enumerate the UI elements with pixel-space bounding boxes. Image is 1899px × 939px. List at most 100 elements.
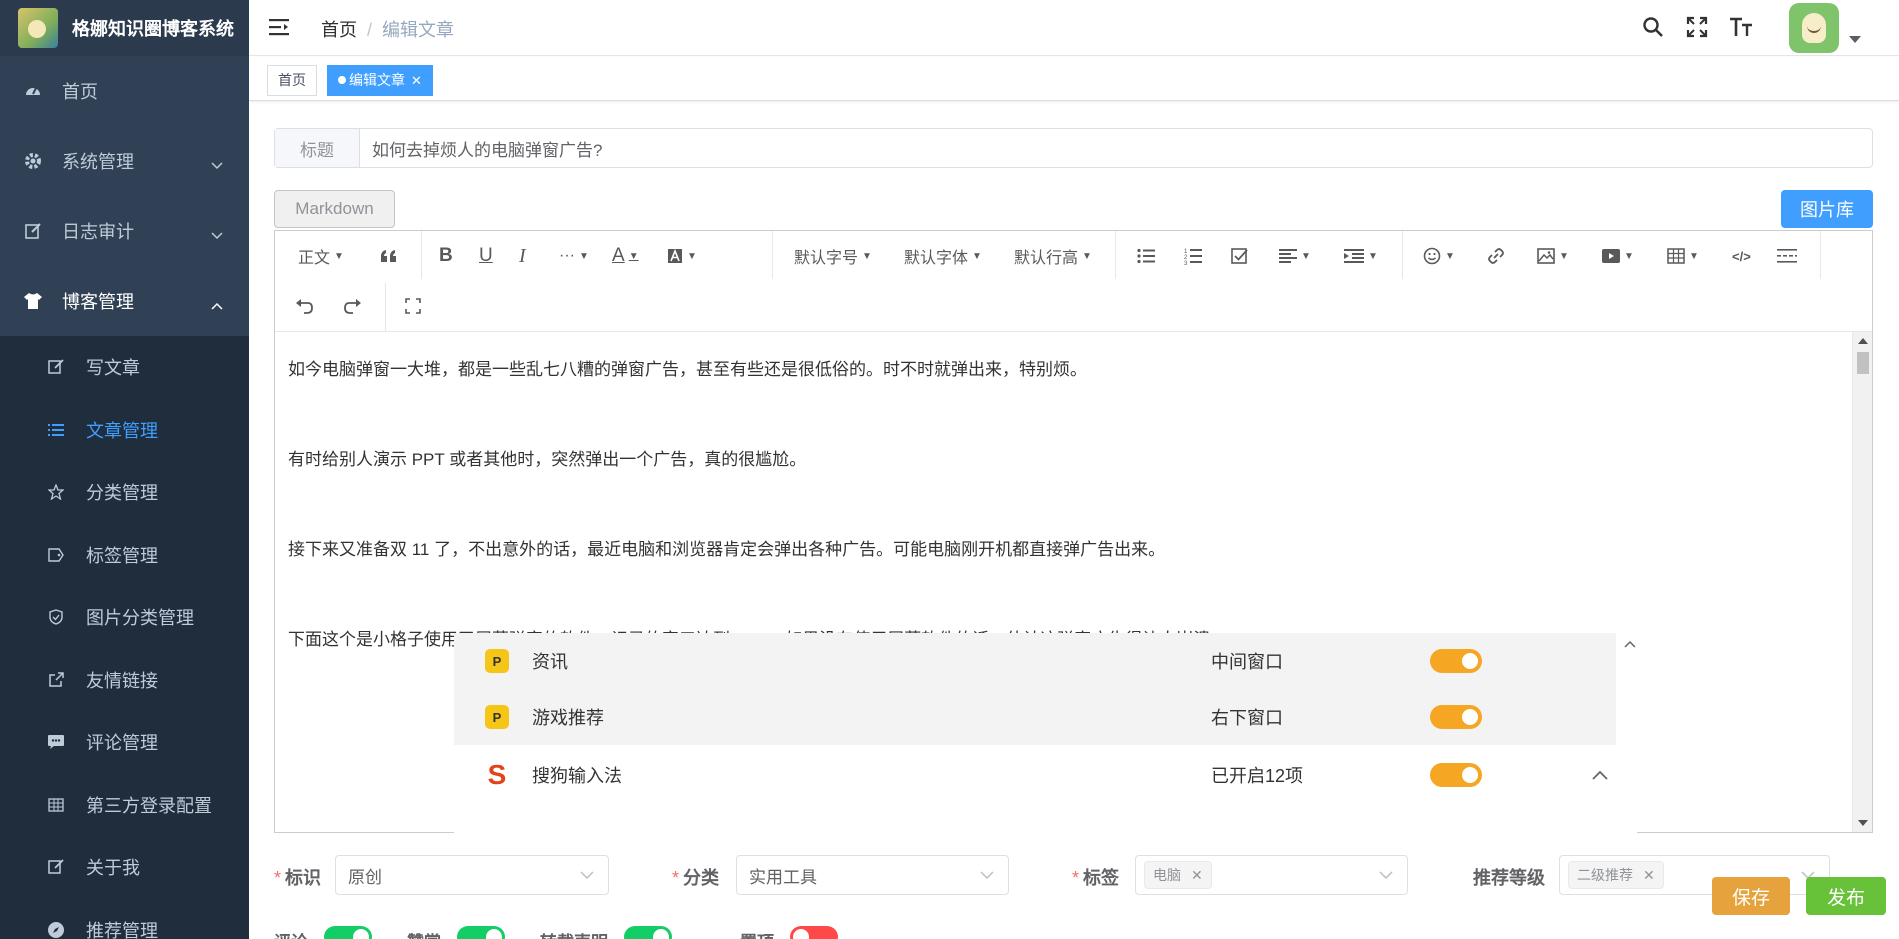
tag-edit-article[interactable]: 编辑文章 ✕ xyxy=(327,65,433,96)
title-input[interactable]: 如何去掉烦人的电脑弹窗广告? xyxy=(360,129,1872,167)
top-switch[interactable] xyxy=(790,926,838,939)
sidebar-item-label: 日志审计 xyxy=(62,222,134,242)
category-label: * 分类 xyxy=(672,868,720,888)
sidebar-item-oauth[interactable]: 第三方登录配置 xyxy=(0,774,249,837)
code-icon[interactable]: </> xyxy=(1732,241,1751,271)
emoji-icon[interactable]: ▼ xyxy=(1423,241,1455,271)
identity-select[interactable]: 原创 xyxy=(335,855,609,895)
gallery-button[interactable]: 图片库 xyxy=(1781,190,1873,228)
sidebar-item-image-category[interactable]: 图片分类管理 xyxy=(0,586,249,649)
sidebar-item-label: 推荐管理 xyxy=(86,920,158,939)
bullet-list-icon[interactable] xyxy=(1137,241,1155,271)
sidebar-item-category[interactable]: 分类管理 xyxy=(0,461,249,524)
breadcrumb-current: 编辑文章 xyxy=(382,20,455,40)
divider-line-icon[interactable] xyxy=(1777,241,1797,271)
caret-down-icon[interactable] xyxy=(1849,36,1861,43)
paragraph-select[interactable]: 正文 ▼ xyxy=(298,241,344,271)
undo-icon[interactable] xyxy=(295,291,313,321)
avatar[interactable] xyxy=(1789,3,1839,53)
reward-switch[interactable] xyxy=(457,926,505,939)
save-button[interactable]: 保存 xyxy=(1712,877,1790,915)
italic-icon[interactable]: I xyxy=(519,241,526,271)
sidebar-item-write[interactable]: 写文章 xyxy=(0,336,249,399)
sidebar-logo[interactable]: 格娜知识圈博客系统 xyxy=(0,0,249,56)
font-size-icon[interactable] xyxy=(1728,14,1754,40)
toggle-switch xyxy=(1430,649,1482,673)
toggle-switch xyxy=(1430,705,1482,729)
close-icon[interactable]: ✕ xyxy=(411,73,422,88)
sidebar-item-blog[interactable]: 博客管理 xyxy=(0,266,249,336)
editor-scrollbar[interactable] xyxy=(1852,332,1872,832)
font-size-select[interactable]: 默认字号 ▼ xyxy=(794,241,872,271)
sidebar-item-about[interactable]: 关于我 xyxy=(0,836,249,899)
font-size-label: 默认字号 xyxy=(794,250,859,267)
caret-icon: ▼ xyxy=(628,250,639,262)
search-icon[interactable] xyxy=(1640,14,1666,40)
checklist-icon[interactable] xyxy=(1231,241,1249,271)
image-row: P 游戏推荐 右下窗口 xyxy=(454,689,1616,745)
shield-icon xyxy=(46,607,66,627)
tag-select[interactable]: 电脑 ✕ xyxy=(1135,855,1408,895)
sidebar-item-home[interactable]: 首页 xyxy=(0,56,249,126)
font-family-select[interactable]: 默认字体 ▼ xyxy=(904,241,982,271)
align-icon[interactable]: ▼ xyxy=(1279,241,1311,271)
sidebar-item-system[interactable]: 系统管理 xyxy=(0,126,249,196)
toolbar-divider xyxy=(1115,231,1116,279)
tag-label: 编辑文章 xyxy=(349,72,405,88)
comment-switch[interactable] xyxy=(324,926,372,939)
sidebar-item-tags[interactable]: 标签管理 xyxy=(0,524,249,587)
external-link-icon xyxy=(46,670,66,690)
app-icon: P xyxy=(485,649,509,673)
background-color-icon[interactable]: ▼ xyxy=(667,241,697,271)
chevron-up-icon xyxy=(1592,767,1608,783)
recommend-chip: 二级推荐 ✕ xyxy=(1568,861,1664,889)
sidebar-item-label: 博客管理 xyxy=(62,292,134,312)
app-icon: P xyxy=(485,705,509,729)
sidebar-item-label: 关于我 xyxy=(86,858,140,879)
sidebar-item-recommend[interactable]: 推荐管理 xyxy=(0,899,249,939)
tags-view: 首页 编辑文章 ✕ xyxy=(249,57,1899,101)
sidebar-item-audit[interactable]: 日志审计 xyxy=(0,196,249,266)
sidebar-item-articles[interactable]: 文章管理 xyxy=(0,399,249,462)
reprint-switch[interactable] xyxy=(624,926,672,939)
scroll-down-icon[interactable] xyxy=(1858,820,1868,826)
publish-button[interactable]: 发布 xyxy=(1806,877,1886,915)
link-icon[interactable] xyxy=(1487,241,1505,271)
category-select[interactable]: 实用工具 xyxy=(736,855,1009,895)
video-icon[interactable]: ▼ xyxy=(1602,241,1634,271)
table-icon[interactable]: ▼ xyxy=(1667,241,1699,271)
quote-icon[interactable] xyxy=(380,241,398,271)
sidebar-item-label: 评论管理 xyxy=(86,733,158,754)
chevron-down-icon xyxy=(1379,866,1393,889)
sidebar-item-links[interactable]: 友情链接 xyxy=(0,649,249,712)
shirt-icon xyxy=(22,290,44,312)
redo-icon[interactable] xyxy=(344,291,362,321)
chevron-down-icon xyxy=(980,866,994,889)
breadcrumb-home[interactable]: 首页 xyxy=(321,20,357,40)
compass-icon xyxy=(46,920,66,939)
bold-icon[interactable]: B xyxy=(439,241,453,271)
underline-icon[interactable]: U xyxy=(479,241,493,271)
numbered-list-icon[interactable]: 123 xyxy=(1184,241,1202,271)
caret-icon: ▼ xyxy=(1559,250,1569,262)
scroll-up-icon[interactable] xyxy=(1858,338,1868,344)
toolbar-divider xyxy=(385,283,386,331)
close-icon[interactable]: ✕ xyxy=(1643,867,1655,883)
image-row-mode: 右下窗口 xyxy=(1211,708,1283,728)
close-icon[interactable]: ✕ xyxy=(1191,867,1203,883)
more-format-button[interactable]: ··· ▼ xyxy=(559,241,589,271)
caret-icon: ▼ xyxy=(862,250,872,262)
toggle-switch xyxy=(1430,763,1482,787)
sidebar-item-comments[interactable]: 评论管理 xyxy=(0,711,249,774)
hamburger-icon[interactable] xyxy=(269,17,291,39)
font-color-icon[interactable]: A ▼ xyxy=(612,241,639,271)
indent-icon[interactable]: ▼ xyxy=(1344,241,1378,271)
scroll-thumb[interactable] xyxy=(1857,352,1869,374)
markdown-button[interactable]: Markdown xyxy=(274,190,395,228)
fullscreen-icon[interactable] xyxy=(1684,14,1710,40)
line-height-select[interactable]: 默认行高 ▼ xyxy=(1014,241,1092,271)
tag-home[interactable]: 首页 xyxy=(267,65,317,96)
fullscreen-editor-icon[interactable] xyxy=(405,291,421,321)
chevron-up-icon xyxy=(211,294,223,315)
image-icon[interactable]: ▼ xyxy=(1537,241,1569,271)
